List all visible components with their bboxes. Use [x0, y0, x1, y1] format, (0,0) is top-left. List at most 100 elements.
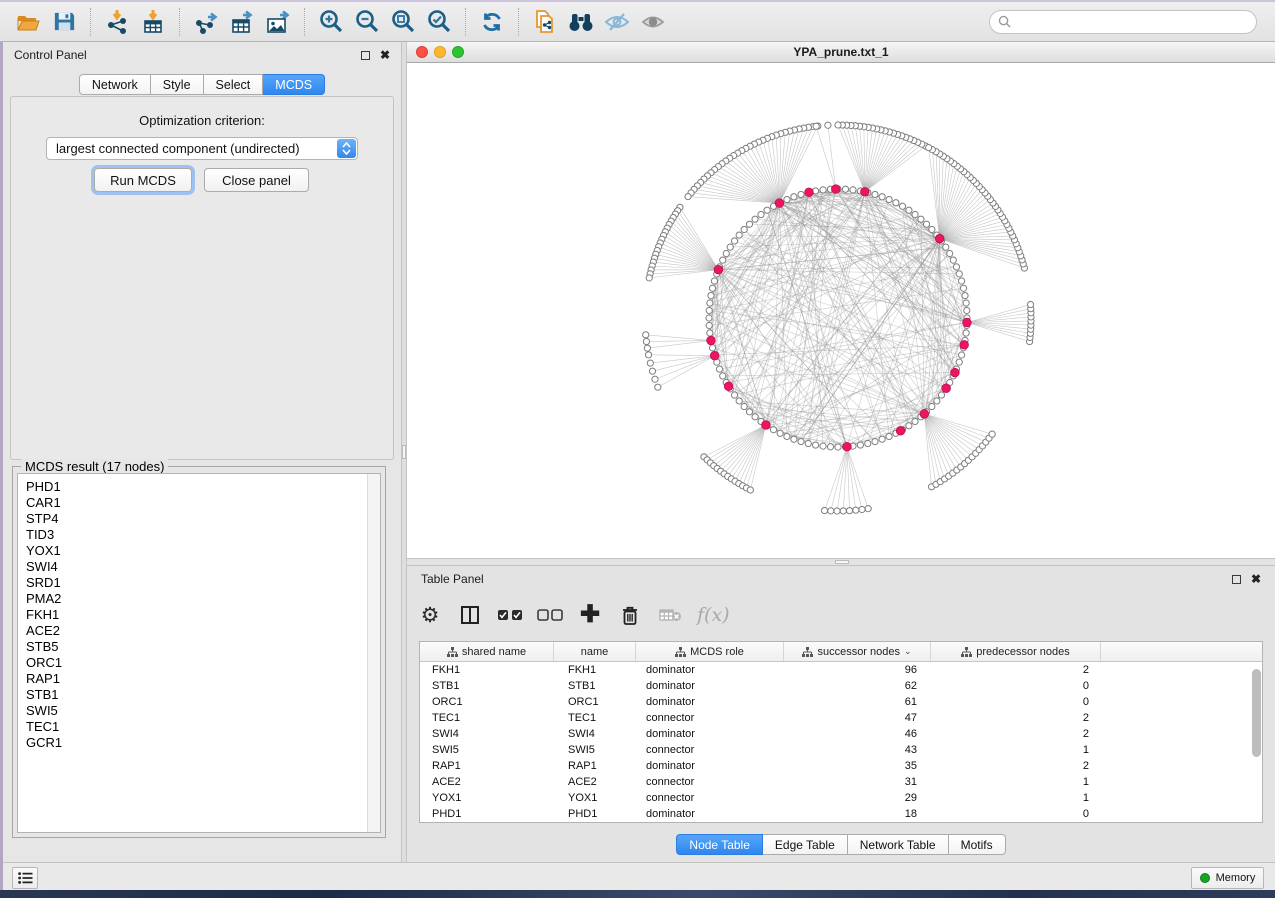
graph-node[interactable] — [872, 191, 878, 197]
graph-hub-node[interactable] — [710, 351, 719, 360]
tab-edge-table[interactable]: Edge Table — [763, 834, 848, 855]
graph-leaf-node[interactable] — [989, 431, 995, 437]
mcds-result-item[interactable]: CAR1 — [26, 495, 380, 511]
float-panel-icon[interactable] — [1232, 575, 1241, 584]
graph-leaf-node[interactable] — [655, 384, 661, 390]
table-row[interactable]: TEC1TEC1connector472 — [420, 710, 1262, 726]
graph-node[interactable] — [723, 250, 729, 256]
maximize-window-icon[interactable] — [452, 46, 464, 58]
graph-node[interactable] — [777, 430, 783, 436]
splitter-grip[interactable] — [835, 560, 849, 564]
graph-node[interactable] — [963, 330, 969, 336]
tab-select[interactable]: Select — [204, 74, 264, 95]
tab-network-table[interactable]: Network Table — [848, 834, 949, 855]
mcds-result-item[interactable]: FKH1 — [26, 607, 380, 623]
graph-node[interactable] — [731, 392, 737, 398]
mcds-result-item[interactable]: TID3 — [26, 527, 380, 543]
delete-column-button[interactable] — [617, 600, 643, 630]
graph-node[interactable] — [711, 278, 717, 284]
graph-node[interactable] — [906, 207, 912, 213]
mcds-result-item[interactable]: SWI4 — [26, 559, 380, 575]
graph-leaf-node[interactable] — [821, 507, 827, 513]
graph-leaf-node[interactable] — [865, 506, 871, 512]
export-image-button[interactable] — [260, 6, 296, 38]
graph-node[interactable] — [938, 392, 944, 398]
graph-hub-node[interactable] — [805, 188, 814, 197]
graph-node[interactable] — [820, 187, 826, 193]
graph-node[interactable] — [929, 403, 935, 409]
graph-hub-node[interactable] — [963, 318, 972, 327]
table-settings-button[interactable]: ⚙ — [417, 600, 443, 630]
graph-node[interactable] — [872, 438, 878, 444]
table-row[interactable]: SWI4SWI4dominator462 — [420, 726, 1262, 742]
mcds-result-item[interactable]: STB5 — [26, 639, 380, 655]
graph-hub-node[interactable] — [775, 199, 784, 208]
refresh-view-button[interactable] — [474, 6, 510, 38]
graph-node[interactable] — [752, 216, 758, 222]
graph-hub-node[interactable] — [707, 336, 716, 345]
tab-mcds[interactable]: MCDS — [263, 74, 325, 95]
zoom-out-button[interactable] — [349, 6, 385, 38]
graph-leaf-node[interactable] — [646, 275, 652, 281]
graph-hub-node[interactable] — [843, 442, 852, 451]
show-all-button[interactable] — [635, 6, 671, 38]
mcds-result-item[interactable]: PHD1 — [26, 479, 380, 495]
graph-node[interactable] — [736, 398, 742, 404]
optimization-criterion-select[interactable]: largest connected component (undirected) — [46, 137, 358, 160]
graph-node[interactable] — [964, 307, 970, 313]
graph-node[interactable] — [707, 330, 713, 336]
deselect-all-rows-button[interactable] — [537, 600, 563, 630]
graph-leaf-node[interactable] — [644, 345, 650, 351]
graph-leaf-node[interactable] — [835, 122, 841, 128]
graph-node[interactable] — [963, 300, 969, 306]
graph-node[interactable] — [746, 409, 752, 415]
column-header-MCDS-role[interactable]: MCDS role — [636, 642, 784, 661]
graph-node[interactable] — [850, 187, 856, 193]
graph-leaf-node[interactable] — [747, 487, 753, 493]
graph-hub-node[interactable] — [951, 368, 960, 377]
graph-hub-node[interactable] — [960, 341, 969, 350]
show-columns-button[interactable] — [457, 600, 483, 630]
graph-hub-node[interactable] — [831, 185, 840, 194]
graph-node[interactable] — [934, 398, 940, 404]
graph-node[interactable] — [731, 238, 737, 244]
graph-node[interactable] — [805, 440, 811, 446]
graph-node[interactable] — [758, 211, 764, 217]
tab-node-table[interactable]: Node Table — [676, 834, 763, 855]
table-scrollbar-thumb[interactable] — [1252, 669, 1261, 757]
graph-node[interactable] — [953, 264, 959, 270]
graph-node[interactable] — [709, 285, 715, 291]
close-panel-icon[interactable]: ✖ — [1251, 573, 1261, 585]
graph-leaf-node[interactable] — [1027, 301, 1033, 307]
graph-node[interactable] — [707, 300, 713, 306]
graph-node[interactable] — [812, 442, 818, 448]
network-window-titlebar[interactable]: YPA_prune.txt_1 — [407, 42, 1275, 63]
tab-network[interactable]: Network — [79, 74, 151, 95]
graph-node[interactable] — [912, 418, 918, 424]
copy-network-button[interactable] — [527, 6, 563, 38]
create-column-button[interactable]: ✚ — [577, 600, 603, 630]
graph-node[interactable] — [923, 221, 929, 227]
graph-node[interactable] — [929, 226, 935, 232]
mcds-result-item[interactable]: SWI5 — [26, 703, 380, 719]
table-row[interactable]: YOX1YOX1connector291 — [420, 790, 1262, 806]
graph-node[interactable] — [736, 232, 742, 238]
import-table-button[interactable] — [135, 6, 171, 38]
graph-node[interactable] — [720, 257, 726, 263]
column-header-name[interactable]: name — [554, 642, 636, 661]
graph-hub-node[interactable] — [724, 382, 733, 391]
graph-node[interactable] — [727, 244, 733, 250]
close-panel-icon[interactable]: ✖ — [380, 49, 390, 61]
table-row[interactable]: ORC1ORC1dominator610 — [420, 694, 1262, 710]
graph-node[interactable] — [720, 373, 726, 379]
graph-node[interactable] — [708, 292, 714, 298]
export-network-button[interactable] — [188, 6, 224, 38]
hide-selected-button[interactable] — [599, 6, 635, 38]
graph-node[interactable] — [857, 442, 863, 448]
graph-node[interactable] — [947, 250, 953, 256]
search-input[interactable] — [1017, 15, 1248, 29]
graph-hub-node[interactable] — [935, 234, 944, 243]
graph-node[interactable] — [706, 315, 712, 321]
close-mcds-panel-button[interactable]: Close panel — [204, 168, 309, 192]
graph-node[interactable] — [958, 278, 964, 284]
